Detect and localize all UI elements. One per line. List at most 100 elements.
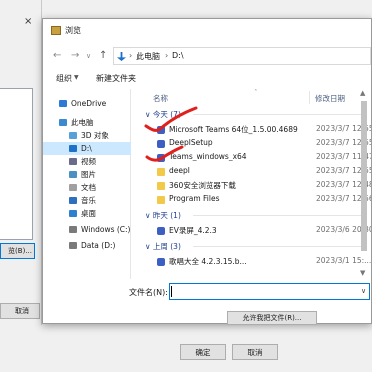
group-divider — [193, 215, 363, 216]
file-name: 歌唱大全 4.2.3.15.b... — [169, 257, 247, 266]
group-header-label: ∨ 今天 (7) — [145, 110, 181, 119]
nav-item[interactable]: 桌面 — [43, 207, 131, 220]
drive-icon — [69, 145, 77, 152]
navigation-pane: OneDrive 此电脑 3D 对象 D:\ 视频图片文档音乐桌面 Windows (C:… — [43, 89, 131, 279]
nav-item-label: 音乐 — [81, 196, 96, 205]
filename-input[interactable] — [169, 283, 370, 300]
cancel-button[interactable]: 取消 — [232, 344, 278, 360]
nav-item[interactable]: Windows (C:) — [43, 223, 131, 236]
toolbar: 组织 ▼ 新建文件夹 — [43, 71, 371, 87]
scroll-thumb[interactable] — [361, 101, 367, 251]
title-bar[interactable]: 浏览 — [43, 19, 371, 41]
close-icon[interactable]: × — [24, 16, 32, 27]
breadcrumb-chevron-icon[interactable]: › — [129, 51, 132, 60]
app-icon — [157, 126, 165, 134]
nav-item-label: 视频 — [81, 157, 96, 166]
folder-icon — [157, 182, 165, 190]
browse-dialog: 浏览 ← → ∨ ↑ › 此电脑 › D:\ 组织 ▼ 新建文件夹 OneDri… — [42, 18, 372, 325]
nav-item[interactable]: 音乐 — [43, 194, 131, 207]
file-row[interactable]: Microsoft Teams 64位_1.5.00.4689 2023/3/7 … — [141, 124, 371, 136]
file-row[interactable]: Teams_windows_x64 2023/3/7 11:47 — [141, 152, 371, 164]
filename-dropdown-icon[interactable]: ∨ — [361, 287, 366, 295]
new-folder-button[interactable]: 新建文件夹 — [96, 73, 136, 84]
drive-d-icon — [69, 242, 77, 249]
app-icon — [157, 154, 165, 162]
nav-item-label: 文档 — [81, 183, 96, 192]
organize-dropdown-icon[interactable]: ▼ — [74, 74, 79, 81]
parent-cancel-button[interactable]: 取消 — [0, 303, 40, 319]
folder-icon — [157, 168, 165, 176]
pictures-icon — [69, 171, 77, 178]
nav-item[interactable]: OneDrive — [43, 97, 131, 110]
scroll-up-arrow-icon[interactable]: ▲ — [360, 89, 365, 97]
file-row[interactable]: 360安全浏览器下载 2023/3/7 12:48 — [141, 180, 371, 192]
parent-dialog: × 览(B)... 取消 — [0, 0, 42, 325]
3d-objects-icon — [69, 132, 77, 139]
app-icon — [157, 227, 165, 235]
nav-item[interactable]: Data (D:) — [43, 239, 131, 252]
back-arrow-icon[interactable]: ← — [53, 50, 61, 61]
nav-item-label: 此电脑 — [71, 118, 94, 127]
file-row[interactable]: Program Files 2023/3/7 12:56 — [141, 194, 371, 206]
column-header: 名称 ˆ 修改日期 — [141, 89, 361, 105]
file-name: 360安全浏览器下载 — [169, 181, 236, 190]
parent-list-panel — [0, 88, 33, 240]
nav-item-label: Windows (C:) — [81, 225, 131, 234]
nav-item-label: 桌面 — [81, 209, 96, 218]
window-title: 浏览 — [65, 26, 81, 35]
column-date-header[interactable]: 修改日期 — [315, 93, 345, 104]
file-name: Teams_windows_x64 — [169, 152, 247, 161]
column-name-header[interactable]: 名称 — [153, 93, 168, 104]
file-name: Program Files — [169, 194, 220, 203]
bottom-action-button[interactable]: 允许我把文件(R)... — [227, 311, 317, 325]
nav-item-label: 图片 — [81, 170, 96, 179]
drive-c-icon — [69, 226, 77, 233]
nav-item[interactable]: 文档 — [43, 181, 131, 194]
organize-button[interactable]: 组织 — [56, 73, 72, 84]
breadcrumb-chevron-icon[interactable]: › — [165, 51, 168, 60]
scroll-down-arrow-icon[interactable]: ▼ — [360, 269, 365, 277]
group-header[interactable]: ∨ 今天 (7) — [145, 109, 363, 120]
scrollbar[interactable]: ▲ ▼ — [360, 89, 368, 279]
nav-item-label: D:\ — [81, 144, 92, 153]
group-header[interactable]: ∨ 上周 (3) — [145, 241, 363, 252]
recent-locations-chevron-icon[interactable]: ∨ — [86, 52, 91, 60]
documents-icon — [69, 184, 77, 191]
breadcrumb-this-pc[interactable]: 此电脑 — [136, 51, 160, 62]
ok-button[interactable]: 确定 — [180, 344, 226, 360]
file-row[interactable]: deepl 2023/3/7 12:55 — [141, 166, 371, 178]
breadcrumb-drive-d[interactable]: D:\ — [172, 51, 184, 60]
nav-item[interactable]: 图片 — [43, 168, 131, 181]
file-row[interactable]: 歌唱大全 4.2.3.15.b... 2023/3/1 15:... — [141, 256, 371, 268]
column-divider[interactable] — [309, 91, 310, 104]
nav-item-label: 3D 对象 — [81, 131, 109, 140]
file-name: deepl — [169, 166, 190, 175]
music-icon — [69, 197, 77, 204]
nav-item[interactable]: 3D 对象 — [43, 129, 131, 142]
nav-item[interactable]: 视频 — [43, 155, 131, 168]
nav-item[interactable]: D:\ — [43, 142, 131, 155]
up-arrow-icon[interactable]: ↑ — [99, 50, 107, 61]
forward-arrow-icon[interactable]: → — [71, 50, 79, 61]
group-divider — [193, 114, 363, 115]
app-icon — [157, 258, 165, 266]
group-header[interactable]: ∨ 昨天 (1) — [145, 210, 363, 221]
filename-row: 文件名(N): ∨ — [43, 283, 371, 305]
browse-dialog-icon — [51, 26, 61, 35]
browse-button[interactable]: 览(B)... — [0, 243, 35, 259]
group-divider — [193, 246, 363, 247]
file-row[interactable]: DeeplSetup 2023/3/7 12:55 — [141, 138, 371, 150]
nav-item-label: Data (D:) — [81, 241, 116, 250]
onedrive-icon — [59, 100, 67, 107]
nav-item[interactable]: 此电脑 — [43, 116, 131, 129]
file-list: ∨ 今天 (7) Microsoft Teams 64位_1.5.00.4689 2… — [141, 107, 371, 279]
group-header-label: ∨ 昨天 (1) — [145, 211, 181, 220]
file-row[interactable]: EV录屏_4.2.3 2023/3/6 20:30 — [141, 225, 371, 237]
filename-label: 文件名(N): — [129, 288, 168, 297]
video-icon — [69, 158, 77, 165]
text-caret — [171, 286, 172, 297]
address-bar[interactable]: › 此电脑 › D:\ — [113, 47, 371, 65]
group-header-label: ∨ 上周 (3) — [145, 242, 181, 251]
folder-icon — [157, 196, 165, 204]
file-name: Microsoft Teams 64位_1.5.00.4689 — [169, 125, 298, 134]
